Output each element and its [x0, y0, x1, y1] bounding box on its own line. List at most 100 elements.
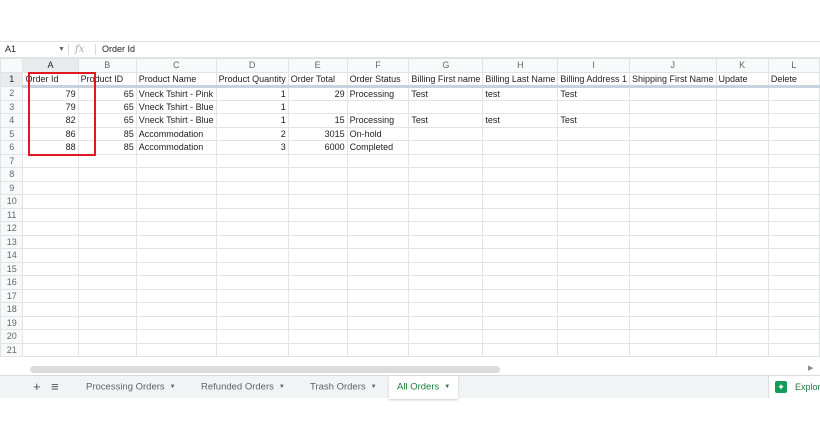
cell-j12[interactable]: [628, 221, 717, 236]
cell-g9[interactable]: [408, 180, 484, 195]
cell-l14[interactable]: [767, 248, 820, 263]
cell-h20[interactable]: [482, 329, 559, 344]
cell-f21[interactable]: [346, 342, 410, 357]
column-header-h[interactable]: H: [482, 58, 559, 73]
cell-j11[interactable]: [628, 207, 717, 222]
column-header-b[interactable]: B: [77, 58, 137, 73]
cell-c12[interactable]: [135, 221, 217, 236]
add-sheet-icon[interactable]: +: [33, 376, 41, 398]
cell-i18[interactable]: [557, 302, 630, 317]
cell-k12[interactable]: [715, 221, 769, 236]
cell-e17[interactable]: [287, 288, 348, 303]
cell-l17[interactable]: [767, 288, 820, 303]
cell-f9[interactable]: [346, 180, 410, 195]
cell-i16[interactable]: [557, 275, 630, 290]
cell-f2[interactable]: Processing: [346, 85, 410, 101]
cell-b12[interactable]: [77, 221, 137, 236]
cell-l19[interactable]: [767, 315, 820, 330]
cell-d7[interactable]: [215, 153, 289, 168]
cell-k16[interactable]: [715, 275, 769, 290]
row-header[interactable]: 2: [0, 85, 24, 101]
cell-a9[interactable]: [22, 180, 79, 195]
cell-b2[interactable]: 65: [77, 85, 137, 101]
cell-b6[interactable]: 85: [77, 140, 137, 155]
cell-c13[interactable]: [135, 234, 217, 249]
cell-f3[interactable]: [346, 99, 410, 114]
all-sheets-icon[interactable]: ≡: [51, 376, 59, 398]
cell-g10[interactable]: [408, 194, 484, 209]
cell-j18[interactable]: [628, 302, 717, 317]
cell-h14[interactable]: [482, 248, 559, 263]
cell-j14[interactable]: [628, 248, 717, 263]
cell-j5[interactable]: [628, 126, 717, 141]
cell-k18[interactable]: [715, 302, 769, 317]
cell-l7[interactable]: [767, 153, 820, 168]
cell-g16[interactable]: [408, 275, 484, 290]
cell-g8[interactable]: [408, 167, 484, 182]
row-header[interactable]: 10: [0, 194, 24, 209]
cell-h5[interactable]: [482, 126, 559, 141]
cell-g15[interactable]: [408, 261, 484, 276]
column-header-i[interactable]: I: [557, 58, 630, 73]
cell-h8[interactable]: [482, 167, 559, 182]
cell-l11[interactable]: [767, 207, 820, 222]
cell-d15[interactable]: [215, 261, 289, 276]
column-header-a[interactable]: A: [22, 58, 79, 73]
cell-g2[interactable]: Test: [408, 85, 484, 101]
cell-i4[interactable]: Test: [557, 113, 630, 128]
cell-i17[interactable]: [557, 288, 630, 303]
cell-f15[interactable]: [346, 261, 410, 276]
caret-down-icon[interactable]: ▼: [170, 384, 176, 390]
cell-e9[interactable]: [287, 180, 348, 195]
cell-i5[interactable]: [557, 126, 630, 141]
cell-a21[interactable]: [22, 342, 79, 357]
cell-l5[interactable]: [767, 126, 820, 141]
sheet-tab[interactable]: Refunded Orders ▼: [193, 376, 293, 398]
cell-l4[interactable]: [767, 113, 820, 128]
cell-h4[interactable]: test: [482, 113, 559, 128]
row-header[interactable]: 11: [0, 207, 24, 222]
explore-button[interactable]: ✦ Explore: [768, 376, 820, 398]
cell-d12[interactable]: [215, 221, 289, 236]
column-header-l[interactable]: L: [767, 58, 820, 73]
cell-b13[interactable]: [77, 234, 137, 249]
row-header[interactable]: 20: [0, 329, 24, 344]
row-header[interactable]: 1: [0, 71, 24, 87]
cell-h9[interactable]: [482, 180, 559, 195]
cell-g7[interactable]: [408, 153, 484, 168]
cell-b9[interactable]: [77, 180, 137, 195]
cell-h13[interactable]: [482, 234, 559, 249]
row-header[interactable]: 9: [0, 180, 24, 195]
cell-j20[interactable]: [628, 329, 717, 344]
cell-j3[interactable]: [628, 99, 717, 114]
cell-i10[interactable]: [557, 194, 630, 209]
cell-c19[interactable]: [135, 315, 217, 330]
cell-l9[interactable]: [767, 180, 820, 195]
cell-f13[interactable]: [346, 234, 410, 249]
cell-g1[interactable]: Billing First name: [408, 71, 484, 88]
sheet-tab[interactable]: All Orders ▼: [389, 376, 459, 399]
cell-b1[interactable]: Product ID: [77, 71, 137, 88]
cell-c3[interactable]: Vneck Tshirt - Blue: [135, 99, 217, 114]
cell-k10[interactable]: [715, 194, 769, 209]
cell-g21[interactable]: [408, 342, 484, 357]
cell-d1[interactable]: Product Quantity: [215, 71, 289, 88]
chevron-down-icon[interactable]: ▼: [58, 42, 65, 57]
cell-l2[interactable]: [767, 85, 820, 101]
cell-j7[interactable]: [628, 153, 717, 168]
cell-l8[interactable]: [767, 167, 820, 182]
cell-h18[interactable]: [482, 302, 559, 317]
row-header[interactable]: 3: [0, 99, 24, 114]
cell-k14[interactable]: [715, 248, 769, 263]
cell-d8[interactable]: [215, 167, 289, 182]
cell-c20[interactable]: [135, 329, 217, 344]
row-header[interactable]: 12: [0, 221, 24, 236]
cell-a15[interactable]: [22, 261, 79, 276]
cell-l1[interactable]: Delete: [767, 71, 820, 88]
cell-f11[interactable]: [346, 207, 410, 222]
cell-j21[interactable]: [628, 342, 717, 357]
cell-f8[interactable]: [346, 167, 410, 182]
cell-f18[interactable]: [346, 302, 410, 317]
cell-i6[interactable]: [557, 140, 630, 155]
cell-d19[interactable]: [215, 315, 289, 330]
